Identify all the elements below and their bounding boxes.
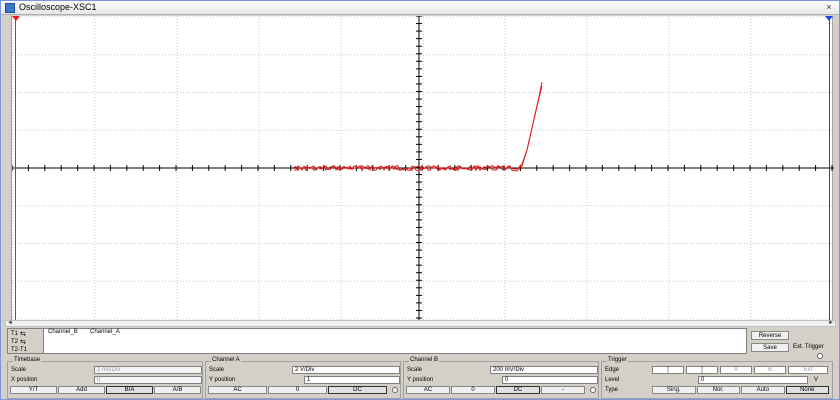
- x-position-field[interactable]: 0: [94, 376, 202, 384]
- t2-t1-label: T2-T1: [11, 347, 28, 353]
- window-title: Oscilloscope-XSC1: [19, 2, 97, 12]
- trigger-source-b-button[interactable]: B: [754, 366, 786, 374]
- cursor-readout-panel: T1 ⇆ T2 ⇆ T2-T1 Channel_B Channel_A: [7, 328, 747, 354]
- trigger-type-buttons: Sing. Nor. Auto None: [652, 386, 830, 394]
- timebase-mode-buttons: Y/T Add B/A A/B: [10, 386, 202, 394]
- falling-edge-icon[interactable]: ⌡: [686, 366, 718, 374]
- trigger-type-label: Type: [605, 387, 619, 393]
- cursor-1-handle-icon[interactable]: [12, 16, 20, 21]
- cursor-1-line[interactable]: [15, 16, 16, 320]
- scope-graticule: [11, 15, 834, 320]
- trigger-source-a-button[interactable]: A: [720, 366, 752, 374]
- cursor-row-labels: T1 ⇆ T2 ⇆ T2-T1: [8, 329, 44, 353]
- channel-a-ypos-field[interactable]: 1: [304, 376, 400, 384]
- scroll-left-icon[interactable]: ◄: [6, 320, 14, 326]
- save-button[interactable]: Save: [751, 343, 789, 352]
- trigger-type-none-button[interactable]: None: [785, 386, 829, 394]
- t1-move-arrows-icon[interactable]: ⇆: [20, 330, 26, 338]
- scroll-right-icon[interactable]: ►: [827, 320, 835, 326]
- trigger-group: Trigger Edge ⌠ ⌡ A B Ext Level 0 V Type …: [601, 357, 833, 399]
- trigger-type-sing-button[interactable]: Sing.: [652, 386, 696, 394]
- trigger-type-nor-button[interactable]: Nor.: [696, 386, 740, 394]
- t1-label: T1: [11, 331, 19, 337]
- channel-a-coupling-ac-button[interactable]: AC: [208, 386, 267, 394]
- channel-b-coupling-0-button[interactable]: 0: [451, 386, 495, 394]
- timebase-mode-a-b-button[interactable]: A/B: [154, 386, 201, 394]
- trigger-title: Trigger: [607, 357, 628, 363]
- channel-a-coupling-buttons: AC 0 DC: [208, 386, 388, 394]
- trigger-source-ext-button[interactable]: Ext: [788, 366, 828, 374]
- timebase-mode-add-button[interactable]: Add: [58, 386, 105, 394]
- timebase-group: Timebase Scale 1 ms/Div X position 0 Y/T…: [7, 357, 203, 399]
- ext-trigger-label: Ext. Trigger: [793, 344, 824, 350]
- channel-a-coupling-0-button[interactable]: 0: [268, 386, 327, 394]
- column-channel-a: Channel_A: [90, 329, 120, 335]
- channel-b-ypos-label: Y position: [407, 377, 434, 383]
- channel-b-coupling-ac-button[interactable]: AC: [406, 386, 450, 394]
- channel-b-scale-label: Scale: [407, 367, 423, 373]
- horizontal-scrollbar[interactable]: ◄ ►: [5, 320, 836, 327]
- channel-a-title: Channel A: [211, 357, 241, 363]
- channel-a-terminal[interactable]: [392, 387, 398, 393]
- channel-b-coupling-dc-button[interactable]: DC: [496, 386, 540, 394]
- channel-a-scale-field[interactable]: 2 V/Div: [292, 366, 400, 374]
- column-channel-b: Channel_B: [48, 329, 78, 335]
- reverse-button[interactable]: Reverse: [751, 331, 789, 340]
- trigger-level-field[interactable]: 0: [698, 376, 808, 384]
- timebase-mode-y-t-button[interactable]: Y/T: [10, 386, 57, 394]
- ext-trigger-terminal[interactable]: [817, 353, 823, 359]
- x-position-label: X position: [11, 377, 38, 383]
- cursor-2-line[interactable]: [829, 16, 830, 320]
- channel-b-group: Channel B Scale 200 mV/Div Y position 0 …: [403, 357, 599, 399]
- t2-label: T2: [11, 339, 19, 345]
- trigger-level-label: Level: [605, 377, 620, 383]
- title-bar: Oscilloscope-XSC1 ×: [1, 1, 839, 15]
- channel-b-title: Channel B: [409, 357, 440, 363]
- cursor-2-handle-icon[interactable]: [825, 16, 833, 21]
- timebase-scale-field[interactable]: 1 ms/Div: [94, 366, 202, 374]
- channel-b-ypos-field[interactable]: 0: [502, 376, 598, 384]
- trigger-type-auto-button[interactable]: Auto: [741, 386, 785, 394]
- oscilloscope-window: Oscilloscope-XSC1 × ◄ ► T1 ⇆ T2 ⇆ T2-T1 …: [0, 0, 840, 400]
- t2-move-arrows-icon[interactable]: ⇆: [20, 338, 26, 346]
- rising-edge-icon[interactable]: ⌠: [652, 366, 684, 374]
- channel-a-coupling-dc-button[interactable]: DC: [328, 386, 387, 394]
- channel-b-scale-field[interactable]: 200 mV/Div: [490, 366, 598, 374]
- channel-b-coupling-buttons: AC 0 DC -: [406, 386, 586, 394]
- oscilloscope-app-icon: [5, 3, 15, 13]
- channel-a-scale-label: Scale: [209, 367, 225, 373]
- channel-b-coupling--button[interactable]: -: [541, 386, 585, 394]
- timebase-scale-label: Scale: [11, 367, 27, 373]
- channel-b-terminal[interactable]: [590, 387, 596, 393]
- trigger-level-unit: V: [814, 377, 819, 383]
- timebase-mode-b-a-button[interactable]: B/A: [106, 386, 153, 394]
- trigger-edge-label: Edge: [605, 367, 620, 373]
- close-button[interactable]: ×: [823, 2, 835, 13]
- timebase-title: Timebase: [13, 357, 42, 363]
- scope-screen: [11, 15, 834, 320]
- channel-a-group: Channel A Scale 2 V/Div Y position 1 AC 0…: [205, 357, 401, 399]
- channel-a-ypos-label: Y position: [209, 377, 236, 383]
